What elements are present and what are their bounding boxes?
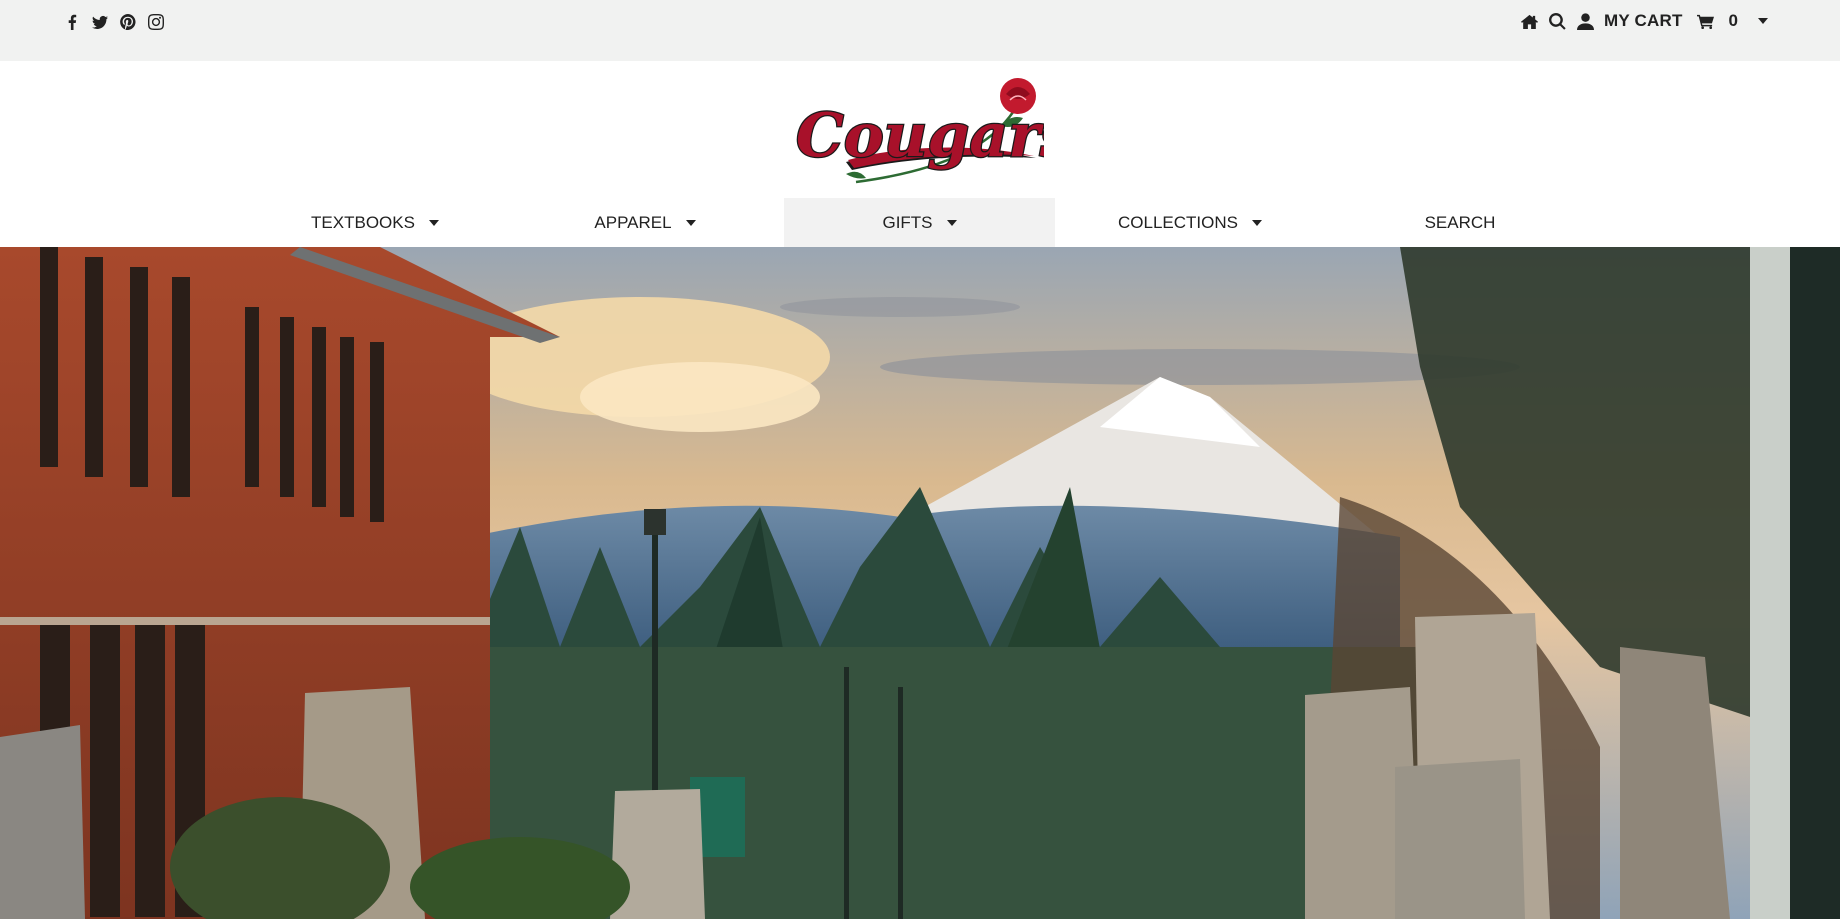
chevron-down-icon [428,219,439,226]
nav-label: SEARCH [1424,212,1496,232]
nav-search[interactable]: SEARCH [1325,198,1595,247]
cart-icon[interactable] [1695,10,1717,32]
facebook-icon[interactable] [62,12,82,32]
instagram-icon[interactable] [146,12,166,32]
chevron-down-icon [1251,219,1262,226]
nav-label: APPAREL [594,212,672,232]
account-icon[interactable] [1574,10,1596,32]
top-utility-bar: MY CART 0 [0,0,1840,61]
cart-dropdown-caret-icon[interactable] [1758,18,1768,24]
my-cart-link[interactable]: MY CART [1604,11,1683,31]
nav-collections[interactable]: COLLECTIONS [1055,198,1325,247]
utility-links: MY CART 0 [1518,10,1768,32]
hero-banner-image [0,247,1840,919]
main-navigation: TEXTBOOKS APPAREL GIFTS COLLECTIONS SEAR… [0,198,1840,247]
nav-textbooks[interactable]: TEXTBOOKS [240,198,510,247]
twitter-icon[interactable] [90,12,110,32]
nav-gifts[interactable]: GIFTS [784,198,1055,247]
pinterest-icon[interactable] [118,12,138,32]
nav-label: COLLECTIONS [1118,212,1238,232]
social-links [62,12,166,32]
search-icon[interactable] [1546,10,1568,32]
cart-count[interactable]: 0 [1729,11,1738,31]
nav-label: TEXTBOOKS [311,212,415,232]
nav-apparel[interactable]: APPAREL [510,198,780,247]
chevron-down-icon [946,219,957,226]
cougars-logo[interactable]: Cougars [795,74,1075,184]
home-icon[interactable] [1518,10,1540,32]
nav-label: GIFTS [882,212,933,232]
chevron-down-icon [685,219,696,226]
logo-wordmark: Cougars [796,101,1044,171]
